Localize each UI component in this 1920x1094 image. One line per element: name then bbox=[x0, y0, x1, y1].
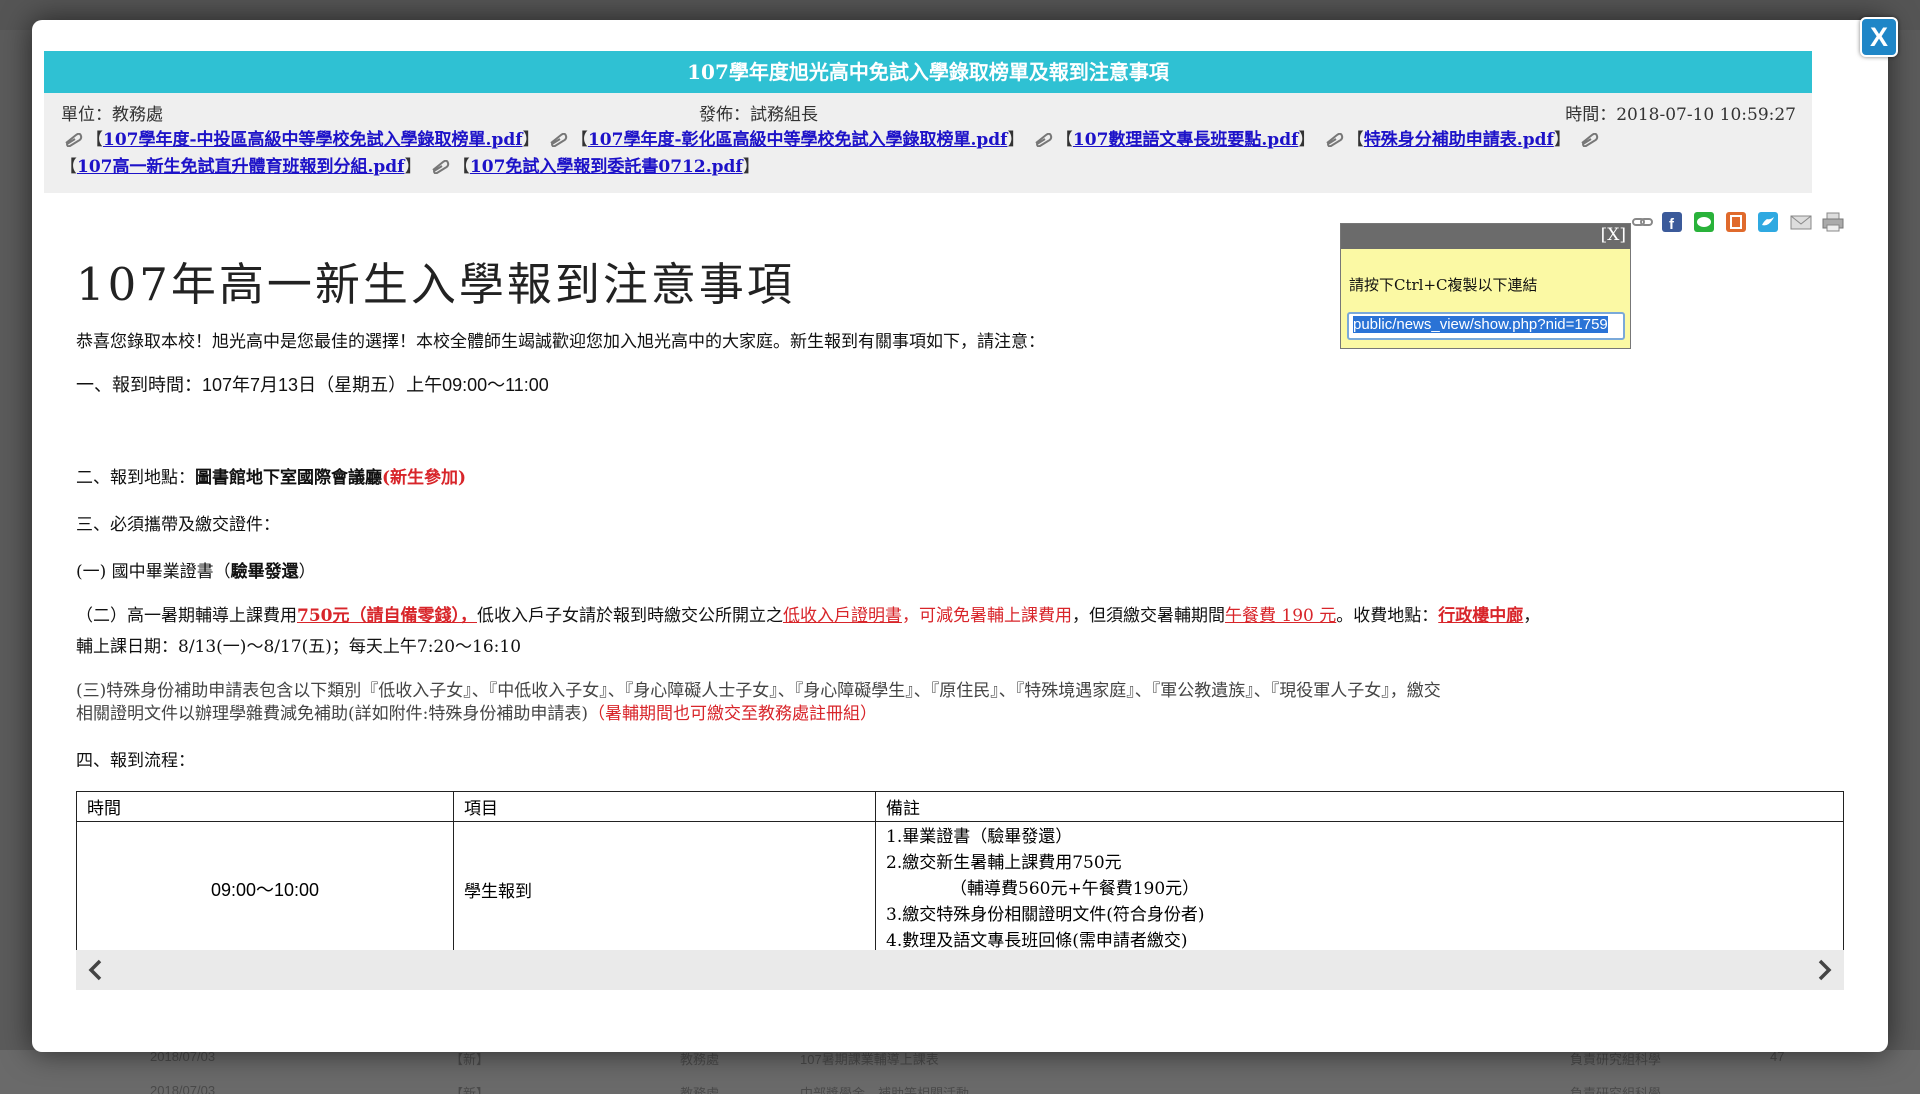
subsidy-note: （暑輔期間也可繳交至教務處註冊組） bbox=[588, 704, 877, 724]
backdrop-list: 2018/07/03 【新】 教務處 107暑期課業輔導上課表 負責研究組科學 … bbox=[0, 1049, 1920, 1094]
paperclip-icon bbox=[1324, 129, 1344, 148]
copy-link-popup: [X] 請按下Ctrl+C複製以下連結 public/news_view/sho… bbox=[1340, 223, 1631, 349]
attachment-link-4[interactable]: 特殊身分補助申請表.pdf bbox=[1364, 130, 1554, 150]
email-icon[interactable] bbox=[1790, 212, 1812, 232]
item-process: 四、報到流程： bbox=[76, 751, 195, 771]
report-place-note: (新生參加) bbox=[382, 468, 467, 488]
cell-item: 學生報到 bbox=[453, 821, 876, 957]
paperclip-icon bbox=[63, 129, 83, 148]
popup-close-button[interactable]: [X] bbox=[1341, 224, 1630, 249]
news-meta: 單位：教務處 發佈：試務組長 時間：2018-07-10 10:59:27 bbox=[44, 93, 1812, 127]
fee-text: 低收入戶子女請於報到時繳交公所開立之 bbox=[477, 606, 783, 626]
link-icon[interactable] bbox=[1632, 212, 1654, 232]
item-report-place: 二、報到地點：圖書館地下室國際會議廳(新生參加) bbox=[76, 463, 466, 488]
report-place: 圖書館地下室國際會議廳 bbox=[195, 468, 382, 488]
svg-text:f: f bbox=[1669, 216, 1675, 232]
attachment-link-6[interactable]: 107免試入學報到委託書0712.pdf bbox=[470, 157, 743, 177]
note-line: 1.畢業證書（驗畢發還） bbox=[886, 827, 1073, 847]
facebook-icon[interactable]: f bbox=[1662, 212, 1682, 233]
modal-close-button[interactable]: X bbox=[1860, 17, 1898, 57]
popup-instruction: 請按下Ctrl+C複製以下連結 bbox=[1349, 276, 1538, 294]
column-header-item: 項目 bbox=[453, 791, 876, 822]
table-row: 09:00～10:00 學生報到 1.畢業證書（驗畢發還） 2.繳交新生暑輔上課… bbox=[76, 821, 1844, 957]
article-heading: 107年高一新生入學報到注意事項 bbox=[76, 258, 795, 311]
copy-link-input[interactable]: public/news_view/show.php?nid=1759 bbox=[1347, 312, 1625, 340]
sub-item-fee: （二）高一暑期輔導上課費用750元（請自備零錢），低收入戶子女請於報到時繳交公所… bbox=[76, 601, 1540, 626]
list-poster: 負責研究組科學 bbox=[1570, 1086, 1662, 1094]
fee-location: 行政樓中廊 bbox=[1438, 606, 1524, 626]
copy-link-value: public/news_view/show.php?nid=1759 bbox=[1353, 316, 1608, 333]
cell-time: 09:00～10:00 bbox=[76, 821, 454, 957]
list-title: 中部獎學金、補助等相關活動 bbox=[800, 1086, 970, 1094]
fee-end: ， bbox=[1523, 606, 1541, 626]
paperclip-icon bbox=[430, 156, 450, 175]
print-icon[interactable] bbox=[1822, 212, 1844, 232]
line-icon[interactable] bbox=[1694, 212, 1714, 232]
twitter-icon[interactable] bbox=[1758, 212, 1778, 232]
low-income-cert: 低收入戶證明書 bbox=[783, 606, 902, 626]
cell-notes: 1.畢業證書（驗畢發還） 2.繳交新生暑輔上課費用750元 （輔導費560元+午… bbox=[875, 821, 1844, 957]
sub-item-subsidy-line1: (三)特殊身份補助申請表包含以下類別『低收入子女』、『中低收入子女』、『身心障礙… bbox=[76, 681, 1441, 701]
note-line: 3.繳交特殊身份相關證明文件(符合身份者) bbox=[886, 905, 1205, 925]
item-label: 二、報到地點： bbox=[76, 468, 195, 488]
sub-item-subsidy-line2: 相關證明文件以辦理學雜費減免補助(詳如附件:特殊身份補助申請表)（暑輔期間也可繳… bbox=[76, 699, 877, 724]
chevron-right-icon[interactable] bbox=[1810, 956, 1838, 984]
paperclip-icon bbox=[548, 129, 568, 148]
column-header-note: 備註 bbox=[875, 791, 1844, 822]
sub-item-bold: 驗畢發還 bbox=[230, 562, 299, 582]
column-header-time: 時間 bbox=[76, 791, 454, 822]
item-documents: 三、必須攜帶及繳交證件： bbox=[76, 515, 280, 535]
modal-pager bbox=[76, 950, 1844, 990]
list-item[interactable]: 2018/07/03 【新】 教務處 中部獎學金、補助等相關活動 負責研究組科學 bbox=[0, 1080, 1920, 1094]
paperclip-icon bbox=[1033, 129, 1053, 148]
article-intro: 恭喜您錄取本校！旭光高中是您最佳的選擇！本校全體師生竭誠歡迎您加入旭光高中的大家… bbox=[76, 332, 1045, 352]
sub-item-suffix: ） bbox=[298, 562, 316, 582]
news-unit: 單位：教務處 bbox=[61, 105, 163, 125]
paperclip-icon bbox=[1579, 129, 1599, 148]
lunch-fee: 午餐費 190 元 bbox=[1225, 606, 1337, 626]
fee-text-2: ，但須繳交暑輔期間 bbox=[1072, 606, 1225, 626]
news-time: 時間：2018-07-10 10:59:27 bbox=[1565, 105, 1796, 125]
table-header-row: 時間 項目 備註 bbox=[76, 791, 1844, 822]
note-line: 2.繳交新生暑輔上課費用750元 bbox=[886, 853, 1122, 873]
note-line: （輔導費560元+午餐費190元） bbox=[950, 879, 1200, 899]
attachment-link-5[interactable]: 107高一新生免試直升體育班報到分組.pdf bbox=[77, 157, 405, 177]
plurk-icon[interactable] bbox=[1726, 212, 1746, 232]
news-title: 107學年度旭光高中免試入學錄取榜單及報到注意事項 bbox=[44, 51, 1812, 93]
attachments: 【107學年度-中投區高級中等學校免試入學錄取榜單.pdf】 【107學年度-彰… bbox=[44, 127, 1812, 181]
fee-location-label: 。收費地點： bbox=[1336, 606, 1439, 626]
list-date: 2018/07/03 bbox=[150, 1083, 216, 1094]
sub-item-diploma: (一) 國中畢業證書（驗畢發還） bbox=[76, 557, 316, 582]
list-tag: 【新】 bbox=[450, 1086, 490, 1094]
chevron-left-icon[interactable] bbox=[82, 956, 110, 984]
item-report-time: 一、報到時間：107年7月13日（星期五）上午09:00～11:00 bbox=[76, 375, 549, 395]
attachment-link-2[interactable]: 107學年度-彰化區高級中等學校免試入學錄取榜單.pdf bbox=[588, 130, 1008, 150]
process-table: 時間 項目 備註 09:00～10:00 學生報到 1.畢業證書（驗畢發還） 2… bbox=[76, 791, 1844, 957]
news-header: 107學年度旭光高中免試入學錄取榜單及報到注意事項 單位：教務處 發佈：試務組長… bbox=[44, 51, 1812, 193]
sub-item-label: (一) 國中畢業證書（ bbox=[76, 562, 231, 582]
news-publisher: 發佈：試務組長 bbox=[699, 105, 818, 125]
fee-waive: ，可減免暑輔上課費用 bbox=[902, 606, 1072, 626]
fee-label: （二）高一暑期輔導上課費用 bbox=[76, 606, 297, 626]
attachment-link-1[interactable]: 107學年度-中投區高級中等學校免試入學錄取榜單.pdf bbox=[103, 130, 523, 150]
class-dates: 輔上課日期：8/13(一)～8/17(五)；每天上午7:20～16:10 bbox=[76, 637, 522, 657]
subsidy-text: 相關證明文件以辦理學雜費減免補助(詳如附件:特殊身份補助申請表) bbox=[76, 704, 588, 724]
attachment-link-3[interactable]: 107數理語文專長班要點.pdf bbox=[1073, 130, 1299, 150]
list-unit: 教務處 bbox=[680, 1086, 720, 1094]
fee-amount: 750元（請自備零錢）， bbox=[297, 606, 477, 626]
